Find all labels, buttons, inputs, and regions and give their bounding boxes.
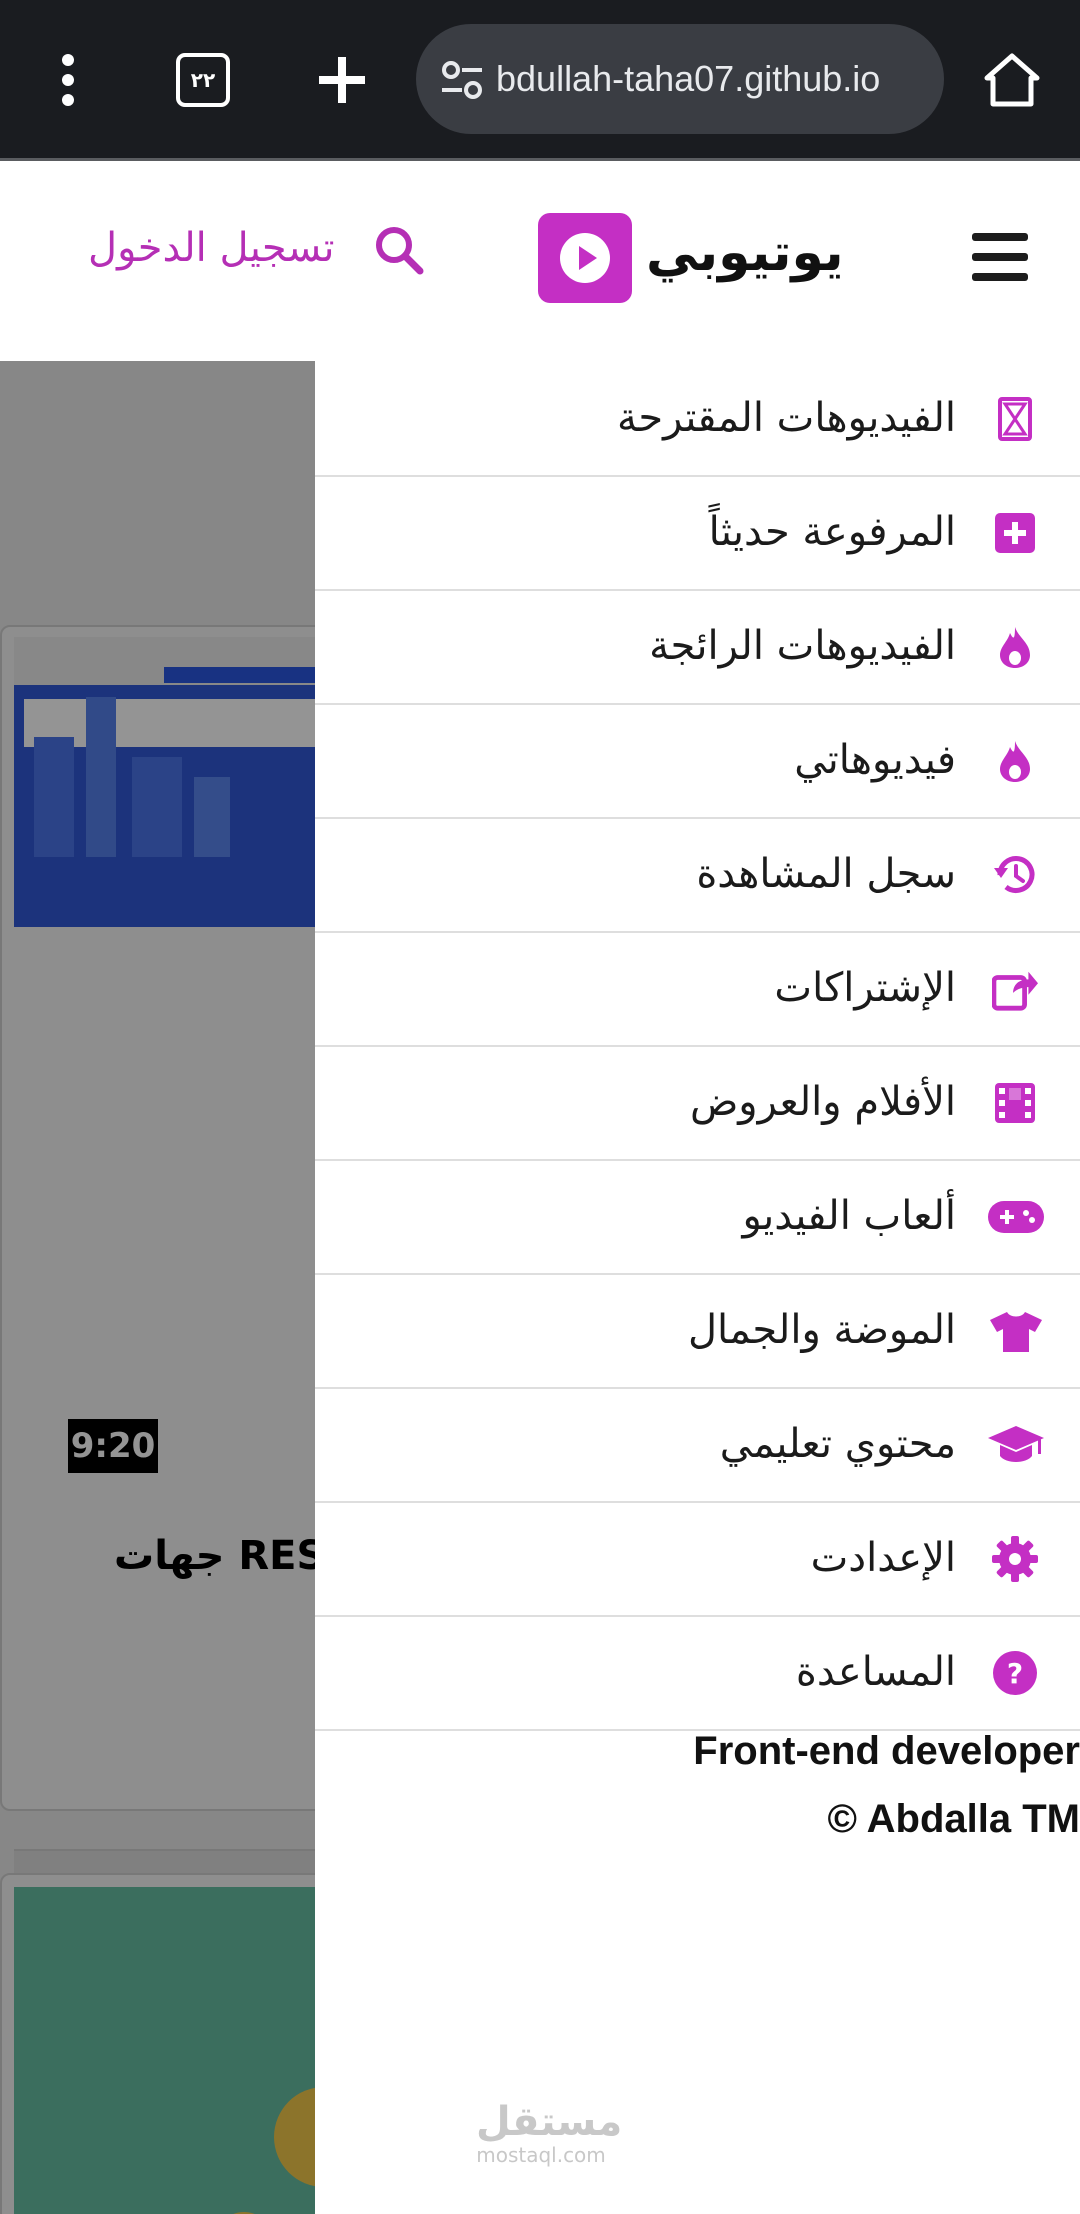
gamepad-icon bbox=[988, 1194, 1044, 1240]
menu-item-label: الأفلام والعروض bbox=[689, 1079, 956, 1125]
new-tab-icon[interactable] bbox=[302, 40, 382, 120]
menu-item-label: الإعدادت bbox=[810, 1535, 956, 1581]
menu-item-help[interactable]: ? المساعدة bbox=[315, 1615, 1080, 1731]
fire-icon bbox=[992, 624, 1038, 670]
film-icon bbox=[992, 1080, 1038, 1126]
menu-item-movies[interactable]: الأفلام والعروض bbox=[315, 1045, 1080, 1161]
menu-item-education[interactable]: محتوي تعليمي bbox=[315, 1387, 1080, 1503]
menu-item-label: فيديوهاتي bbox=[794, 737, 956, 783]
menu-item-label: الإشتراكات bbox=[774, 965, 956, 1011]
drawer-backdrop[interactable] bbox=[0, 361, 315, 2214]
graduation-cap-icon bbox=[988, 1422, 1044, 1468]
question-circle-icon: ? bbox=[992, 1650, 1038, 1696]
address-bar[interactable]: bdullah-taha07.github.io bbox=[416, 24, 944, 134]
menu-item-label: الموضة والجمال bbox=[687, 1307, 956, 1353]
menu-item-label: المساعدة bbox=[795, 1649, 956, 1695]
menu-item-fashion[interactable]: الموضة والجمال bbox=[315, 1273, 1080, 1389]
hamburger-menu-icon[interactable] bbox=[972, 233, 1028, 281]
watermark-arabic: مستقل bbox=[476, 2099, 623, 2145]
fire-icon bbox=[992, 738, 1038, 784]
site-header: يوتيوبي تسجيل الدخول bbox=[0, 161, 1080, 361]
menu-item-history[interactable]: سجل المشاهدة bbox=[315, 817, 1080, 933]
menu-item-label: المرفوعة حديثاً bbox=[708, 509, 956, 555]
more-vert-icon[interactable] bbox=[28, 40, 108, 120]
search-icon[interactable] bbox=[372, 223, 426, 277]
tshirt-icon bbox=[990, 1308, 1042, 1354]
home-icon[interactable] bbox=[972, 40, 1052, 120]
menu-item-trending[interactable]: الفيديوهات الرائجة bbox=[315, 589, 1080, 705]
svg-text:?: ? bbox=[1007, 1657, 1023, 1690]
plus-square-icon bbox=[992, 510, 1038, 556]
brand-name[interactable]: يوتيوبي bbox=[646, 223, 844, 283]
menu-item-gaming[interactable]: ألعاب الفيديو bbox=[315, 1159, 1080, 1275]
menu-item-label: الفيديوهات المقترحة bbox=[616, 395, 956, 441]
menu-item-subscriptions[interactable]: الإشتراكات bbox=[315, 931, 1080, 1047]
menu-item-label: ألعاب الفيديو bbox=[742, 1193, 956, 1239]
footer-copyright: © Abdalla TM bbox=[827, 1797, 1080, 1841]
url-text: bdullah-taha07.github.io bbox=[496, 58, 881, 99]
history-icon bbox=[992, 852, 1038, 898]
menu-item-my-videos[interactable]: فيديوهاتي bbox=[315, 703, 1080, 819]
menu-item-suggested[interactable]: الفيديوهات المقترحة bbox=[315, 361, 1080, 477]
footer-role: Front-end developer bbox=[693, 1729, 1080, 1773]
menu-item-label: محتوي تعليمي bbox=[719, 1421, 956, 1467]
menu-item-recent-uploads[interactable]: المرفوعة حديثاً bbox=[315, 475, 1080, 591]
share-icon bbox=[992, 966, 1038, 1012]
menu-item-label: الفيديوهات الرائجة bbox=[649, 623, 956, 669]
logo-play-icon[interactable] bbox=[538, 213, 632, 303]
menu-item-label: سجل المشاهدة bbox=[696, 851, 956, 897]
tab-switcher-button[interactable]: ٢٢ bbox=[163, 40, 243, 120]
hourglass-icon bbox=[992, 396, 1038, 442]
tab-count: ٢٢ bbox=[176, 53, 230, 107]
site-settings-icon[interactable] bbox=[438, 56, 486, 104]
login-link[interactable]: تسجيل الدخول bbox=[88, 225, 334, 271]
watermark-latin: mostaql.com bbox=[476, 2143, 606, 2167]
mostaql-watermark: مستقل mostaql.com bbox=[476, 2099, 623, 2167]
menu-item-settings[interactable]: الإعدادت bbox=[315, 1501, 1080, 1617]
nav-drawer: الفيديوهات المقترحة المرفوعة حديثاً الفي… bbox=[315, 361, 1080, 2214]
gear-icon bbox=[992, 1536, 1038, 1582]
browser-toolbar: ٢٢ bdullah-taha07.github.io bbox=[0, 0, 1080, 161]
